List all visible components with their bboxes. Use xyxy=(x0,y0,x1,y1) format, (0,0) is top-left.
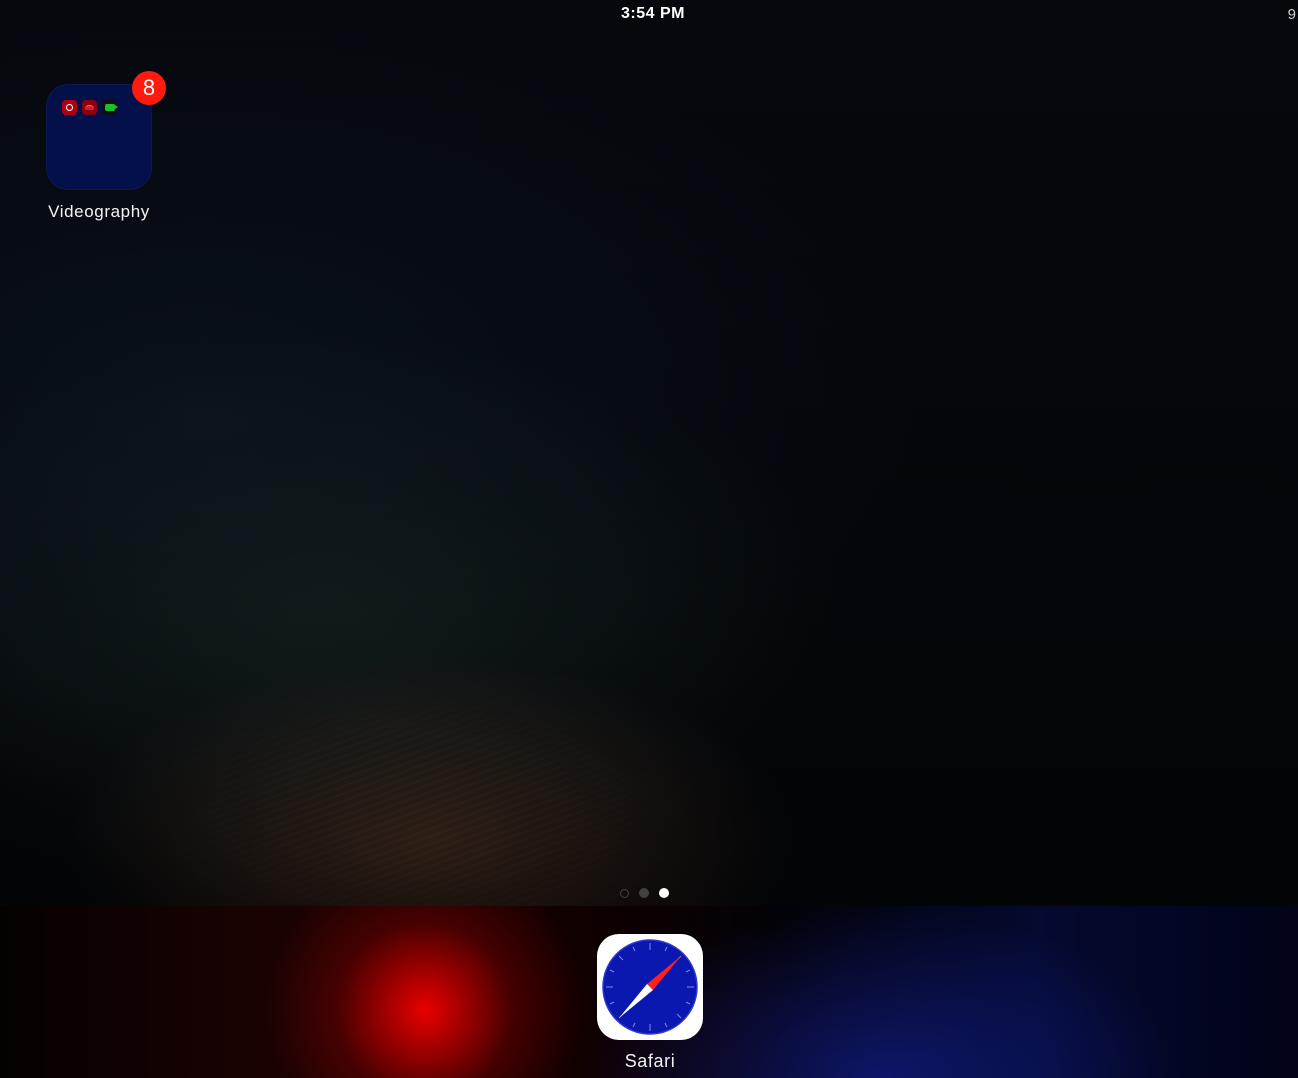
phone-hangup-icon xyxy=(82,100,97,115)
notification-badge: 8 xyxy=(132,71,166,105)
battery-percentage: 9 xyxy=(1288,6,1296,23)
folder-label[interactable]: Videography xyxy=(20,202,178,222)
page-dot[interactable] xyxy=(639,888,649,898)
page-dot-search[interactable] xyxy=(620,889,629,898)
record-icon xyxy=(62,100,77,115)
page-dot-active[interactable] xyxy=(659,888,669,898)
safari-app-icon[interactable] xyxy=(597,934,703,1040)
facetime-icon xyxy=(102,100,117,115)
home-screen: 3:54 PM 9 8 Videography xyxy=(0,0,1298,1078)
status-time: 3:54 PM xyxy=(0,5,1298,23)
safari-label[interactable]: Safari xyxy=(575,1051,725,1072)
page-indicator[interactable] xyxy=(620,888,669,898)
wallpaper-texture xyxy=(0,560,900,910)
compass-icon xyxy=(597,934,703,1040)
